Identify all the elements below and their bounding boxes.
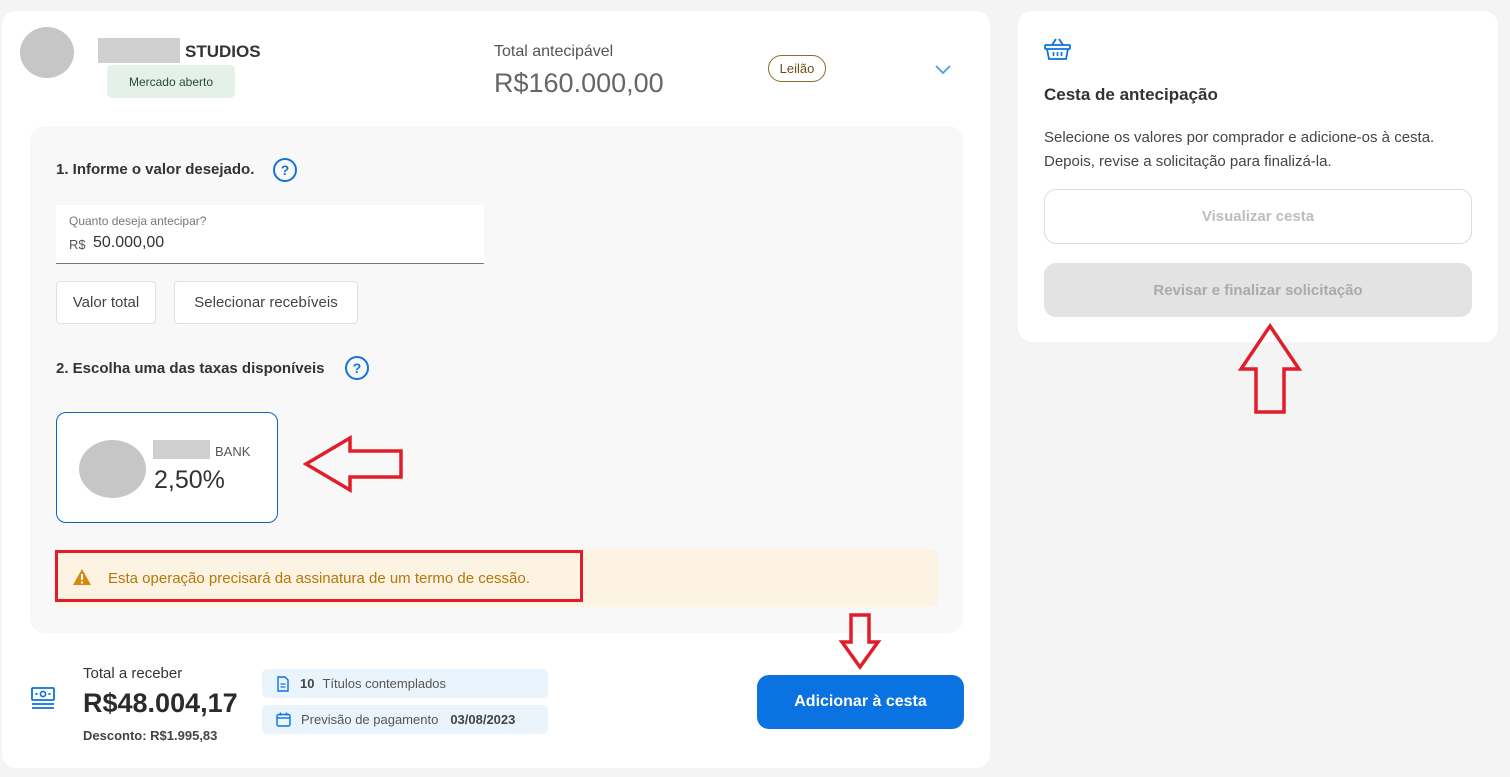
annotation-highlight-box	[55, 550, 583, 602]
money-icon	[31, 687, 55, 709]
arrow-left-annotation	[303, 435, 403, 493]
payment-forecast-label: Previsão de pagamento	[301, 712, 439, 727]
basket-description: Selecione os valores por comprador e adi…	[1044, 126, 1484, 174]
basket-description-line2: Depois, revise a solicitação para finali…	[1044, 153, 1332, 170]
chevron-down-icon[interactable]	[932, 58, 954, 80]
company-avatar	[20, 27, 74, 78]
arrow-down-annotation	[838, 613, 882, 670]
basket-title: Cesta de antecipação	[1044, 85, 1218, 104]
total-anticipable-value: R$160.000,00	[494, 68, 664, 98]
payment-forecast-date: 03/08/2023	[450, 712, 516, 727]
select-receivables-button[interactable]: Selecionar recebíveis	[174, 281, 358, 324]
titles-info-pill: 10 Títulos contemplados	[262, 669, 548, 698]
company-name: STUDIOS	[185, 42, 261, 61]
anticipation-amount-field[interactable]: Quanto deseja antecipar? R$	[56, 205, 484, 264]
currency-prefix: R$	[69, 237, 86, 252]
amount-input[interactable]	[93, 234, 473, 252]
bank-rate: 2,50%	[154, 466, 225, 494]
bank-avatar	[79, 440, 146, 498]
total-anticipable-label: Total antecipável	[494, 43, 614, 60]
titles-count: 10	[300, 676, 315, 691]
rate-option-card[interactable]: BANK 2,50%	[56, 412, 278, 523]
total-value-button[interactable]: Valor total	[56, 281, 156, 324]
amount-field-label: Quanto deseja antecipar?	[69, 214, 207, 228]
step1-help-icon[interactable]: ?	[273, 158, 297, 182]
step2-help-icon[interactable]: ?	[345, 356, 369, 380]
titles-label: Títulos contemplados	[322, 676, 447, 691]
document-icon	[277, 675, 289, 692]
redacted-company-name	[98, 38, 180, 63]
bank-name: BANK	[215, 444, 251, 459]
discount-text: Desconto: R$1.995,83	[83, 728, 218, 743]
arrow-up-annotation	[1238, 323, 1302, 414]
total-receive-label: Total a receber	[83, 665, 183, 682]
view-basket-button[interactable]: Visualizar cesta	[1044, 189, 1472, 244]
basket-description-line1: Selecione os valores por comprador e adi…	[1044, 129, 1435, 146]
add-to-basket-button[interactable]: Adicionar à cesta	[757, 675, 964, 729]
calendar-icon	[276, 712, 291, 727]
redacted-bank-name	[153, 440, 210, 459]
total-receive-value: R$48.004,17	[83, 688, 238, 718]
auction-badge: Leilão	[768, 55, 826, 82]
basket-icon	[1044, 38, 1071, 60]
market-status-badge: Mercado aberto	[107, 65, 235, 98]
payment-forecast-pill: Previsão de pagamento 03/08/2023	[262, 705, 548, 734]
review-finalize-button[interactable]: Revisar e finalizar solicitação	[1044, 263, 1472, 317]
step2-title: 2. Escolha uma das taxas disponíveis	[56, 360, 325, 377]
step1-title: 1. Informe o valor desejado.	[56, 161, 255, 178]
